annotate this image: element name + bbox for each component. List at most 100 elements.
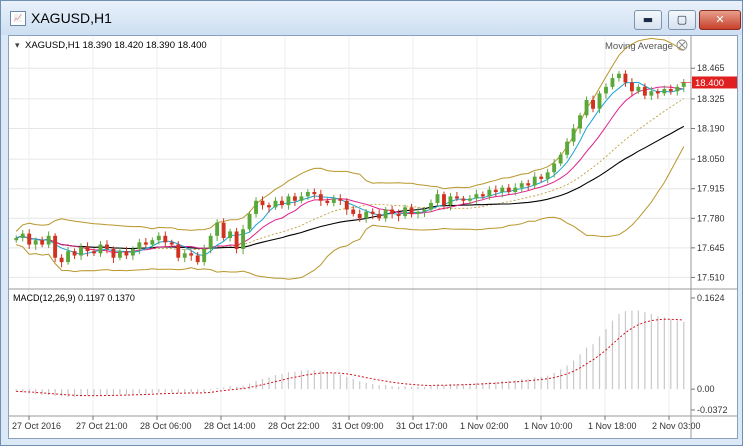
- candle-body: [318, 194, 323, 201]
- candle-body: [655, 91, 660, 94]
- candle-body: [500, 187, 505, 192]
- chart-window-icon: 📈: [10, 11, 26, 26]
- candle-body: [519, 183, 524, 188]
- candle-body: [513, 187, 518, 192]
- candle-body: [176, 244, 181, 258]
- time-tick-label: 1 Nov 10:00: [524, 421, 573, 431]
- chart-area[interactable]: 0.1624 0.00 -0.0372 18.465 18.325 18.190 18.0…: [8, 35, 738, 439]
- candle-body: [545, 172, 550, 179]
- candle-body: [85, 246, 90, 252]
- time-tick-label: 27 Oct 21:00: [76, 421, 128, 431]
- candle-body: [105, 244, 109, 249]
- candle-body: [597, 93, 602, 109]
- candle-body: [558, 154, 563, 164]
- candle-body: [46, 235, 51, 245]
- time-tick-label: 28 Oct 06:00: [140, 421, 192, 431]
- candle-body: [480, 194, 485, 197]
- candle-body: [247, 213, 252, 230]
- candle-body: [422, 209, 427, 212]
- price-tick-label: 17.645: [697, 243, 725, 253]
- candle-body: [636, 86, 641, 92]
- ma-slow-line: [16, 125, 685, 250]
- macd-signal-line: [16, 318, 684, 397]
- price-tick-label: 18.190: [697, 123, 725, 133]
- candle-body: [273, 200, 278, 208]
- maximize-button[interactable]: ▢: [668, 10, 696, 30]
- candle-body: [202, 248, 207, 263]
- candle-body: [409, 207, 414, 214]
- time-tick-label: 31 Oct 17:00: [396, 421, 448, 431]
- candle-body: [435, 194, 440, 203]
- candle-body: [150, 240, 155, 245]
- candle-body: [578, 115, 583, 129]
- candle-body: [286, 196, 291, 206]
- candle-body: [668, 89, 673, 92]
- candle-body: [130, 248, 135, 256]
- macd-tick-label: 0.1624: [697, 293, 725, 303]
- candle-body: [396, 213, 401, 217]
- candle-body: [312, 192, 317, 195]
- price-tick-label: 18.050: [697, 154, 725, 164]
- candle-body: [526, 183, 531, 186]
- candle-body: [610, 78, 615, 87]
- candle-body: [662, 89, 667, 94]
- candle-body: [364, 211, 369, 219]
- time-tick-label: 28 Oct 14:00: [204, 421, 256, 431]
- candle-body: [629, 82, 634, 92]
- candle-body: [299, 196, 304, 201]
- candle-body: [66, 251, 71, 263]
- candle-body: [416, 211, 420, 214]
- candle-body: [344, 200, 349, 210]
- candle-body: [254, 200, 258, 214]
- candle-body: [681, 82, 686, 87]
- time-tick-label: 1 Nov 02:00: [460, 421, 509, 431]
- price-chart[interactable]: 0.1624 0.00 -0.0372 18.465 18.325 18.190 18.0…: [9, 36, 737, 438]
- ma-mid-line: [16, 86, 684, 254]
- bollinger-upper-line: [15, 37, 685, 232]
- candle-body: [111, 248, 116, 258]
- time-tick-label: 27 Oct 2016: [12, 421, 61, 431]
- candle-body: [195, 255, 200, 263]
- chart-header-arrow[interactable]: ▾: [15, 40, 20, 50]
- candle-body: [506, 187, 511, 192]
- candle-body: [79, 246, 83, 256]
- candle-body: [493, 189, 498, 192]
- indicator-settings-icon[interactable]: [676, 39, 688, 51]
- candle-body: [571, 128, 576, 142]
- title-bar[interactable]: 📈 XAGUSD,H1 ▬ ▢ ✕: [1, 1, 742, 35]
- candle-body: [53, 235, 58, 258]
- candle-body: [156, 235, 161, 241]
- candle-body: [338, 198, 343, 201]
- time-tick-label: 31 Oct 09:00: [332, 421, 384, 431]
- candle-body: [552, 163, 557, 173]
- macd-indicator: 0.1624 0.00 -0.0372: [15, 293, 728, 415]
- candle-body: [370, 211, 375, 214]
- price-tick-label: 17.915: [697, 184, 725, 194]
- candle-body: [143, 242, 148, 245]
- candle-body: [92, 251, 96, 254]
- time-axis: 27 Oct 2016 27 Oct 21:00 28 Oct 06:00 28 Oc…: [12, 416, 701, 431]
- minimize-button[interactable]: ▬: [634, 10, 662, 30]
- moving-averages: [16, 82, 685, 257]
- close-button[interactable]: ✕: [699, 10, 741, 30]
- candle-body: [72, 251, 77, 256]
- price-tick-label: 17.780: [697, 213, 725, 223]
- candle-body: [604, 86, 608, 94]
- candle-body: [442, 194, 446, 206]
- candle-body: [532, 176, 537, 186]
- candle-body: [215, 222, 220, 236]
- candle-body: [351, 209, 356, 214]
- candle-body: [260, 200, 265, 206]
- candle-body: [390, 209, 395, 214]
- candle-body: [59, 257, 64, 263]
- price-tick-label: 18.465: [697, 63, 725, 73]
- chart-grid: [9, 36, 691, 416]
- candle-body: [33, 240, 38, 245]
- candle-body: [163, 235, 168, 243]
- candle-body: [228, 231, 233, 238]
- macd-tick-label: 0.00: [697, 384, 715, 394]
- candle-body: [169, 242, 174, 245]
- candle-body: [649, 91, 654, 96]
- candlesticks: [14, 70, 686, 268]
- candle-body: [234, 231, 239, 249]
